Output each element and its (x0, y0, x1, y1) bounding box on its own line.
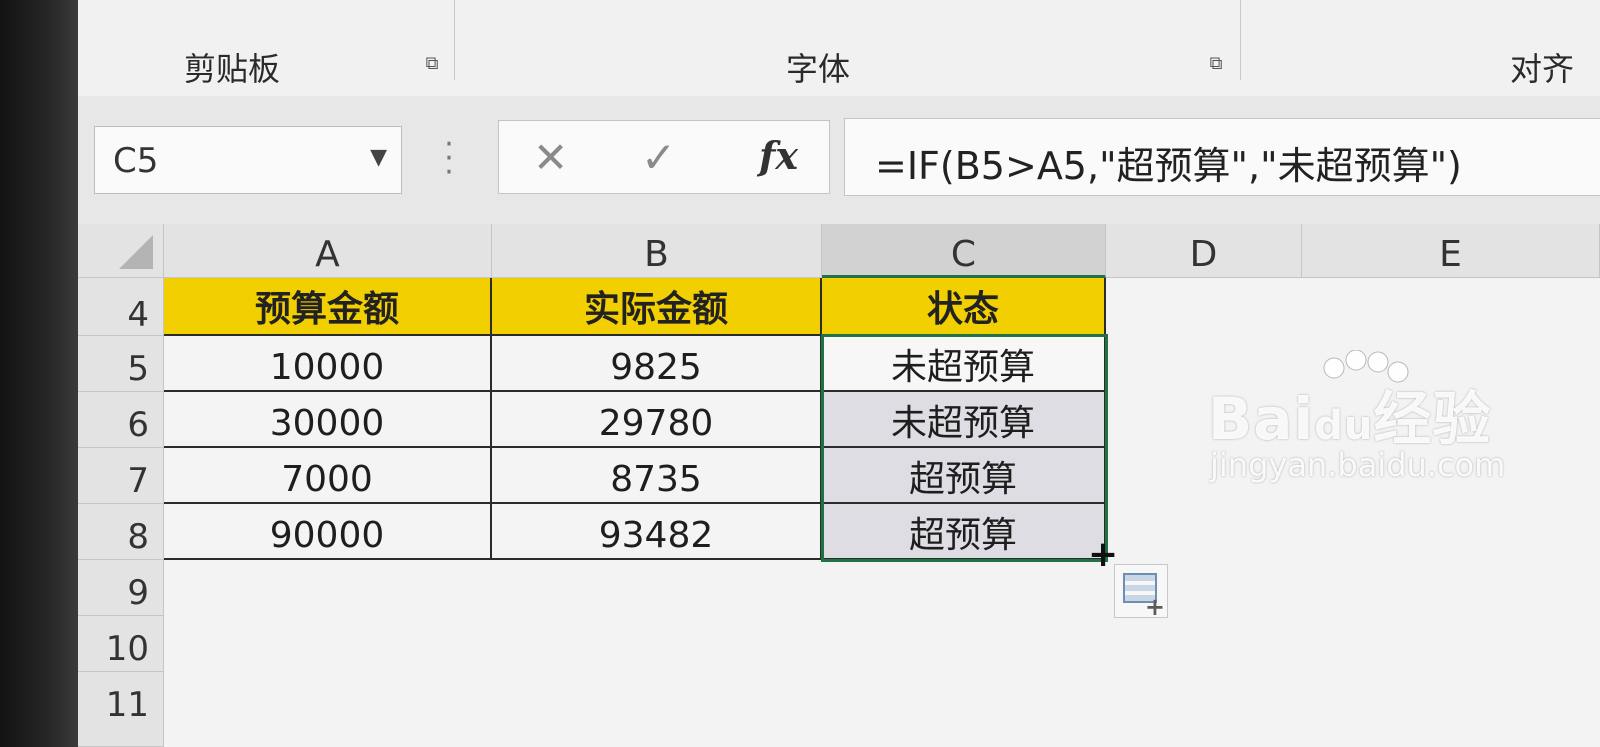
group-label-clipboard: 剪贴板 (184, 50, 281, 88)
plus-icon: + (1144, 593, 1165, 621)
cell-a8[interactable]: 90000 (164, 504, 492, 560)
cancel-icon[interactable]: ✕ (533, 133, 568, 182)
row-header-4[interactable]: 4 (78, 278, 164, 336)
row-header-7[interactable]: 7 (78, 448, 164, 504)
row-header-10[interactable]: 10 (78, 616, 164, 672)
group-label-font: 字体 (786, 50, 851, 88)
row-header-8[interactable]: 8 (78, 504, 164, 560)
monitor-bezel (0, 0, 78, 747)
row-header-5[interactable]: 5 (78, 336, 164, 392)
ribbon-separator (454, 0, 455, 80)
chevron-down-icon[interactable]: ▼ (370, 145, 387, 170)
cell-a6[interactable]: 30000 (164, 392, 492, 448)
cell-b8[interactable]: 93482 (492, 504, 822, 560)
font-launcher-icon[interactable]: ⧉ (1206, 54, 1226, 74)
cell-b6[interactable]: 29780 (492, 392, 822, 448)
column-header-c[interactable]: C (822, 224, 1106, 278)
cell-c7[interactable]: 超预算 (822, 448, 1106, 504)
excel-window: 剪贴板 ⧉ 字体 ⧉ 对齐 C5 ▼ · · · ✕ ✓ fx =IF(B5>A5,… (78, 0, 1600, 747)
cell-c5[interactable]: 未超预算 (822, 336, 1106, 392)
cell-c6[interactable]: 未超预算 (822, 392, 1106, 448)
cell-c8[interactable]: 超预算 (822, 504, 1106, 560)
row-header-6[interactable]: 6 (78, 392, 164, 448)
row-header-11[interactable]: 11 (78, 672, 164, 747)
name-box[interactable]: C5 ▼ (94, 126, 402, 194)
cell-b7[interactable]: 8735 (492, 448, 822, 504)
select-all-button[interactable] (78, 224, 164, 278)
enter-icon[interactable]: ✓ (641, 133, 676, 182)
formula-buttons: ✕ ✓ fx (498, 120, 830, 194)
column-header-a[interactable]: A (164, 224, 492, 278)
group-label-alignment: 对齐 (1510, 50, 1575, 88)
cell-a7[interactable]: 7000 (164, 448, 492, 504)
clipboard-launcher-icon[interactable]: ⧉ (422, 54, 442, 74)
cell-b5[interactable]: 9825 (492, 336, 822, 392)
more-vertical-icon[interactable]: · · · (444, 130, 454, 188)
ribbon-separator (1240, 0, 1241, 80)
column-header-d[interactable]: D (1106, 224, 1302, 278)
column-header-e[interactable]: E (1302, 224, 1600, 278)
worksheet-grid[interactable]: A B C D E 4 5 6 7 8 9 10 11 预算金额 实际金额 状态… (78, 224, 1600, 747)
formula-input[interactable]: =IF(B5>A5,"超预算","未超预算") (844, 118, 1600, 196)
cell-a5[interactable]: 10000 (164, 336, 492, 392)
cell-b4[interactable]: 实际金额 (492, 278, 822, 336)
cell-c4[interactable]: 状态 (822, 278, 1106, 336)
quick-analysis-button[interactable]: + (1114, 564, 1168, 621)
formula-bar: C5 ▼ · · · ✕ ✓ fx =IF(B5>A5,"超预算","未超预算") (78, 96, 1600, 224)
insert-function-icon[interactable]: fx (759, 133, 798, 178)
formula-text: =IF(B5>A5,"超预算","未超预算") (875, 144, 1462, 188)
select-all-icon (119, 235, 153, 269)
ribbon: 剪贴板 ⧉ 字体 ⧉ 对齐 (78, 0, 1600, 97)
cell-a4[interactable]: 预算金额 (164, 278, 492, 336)
column-header-b[interactable]: B (492, 224, 822, 278)
row-header-9[interactable]: 9 (78, 560, 164, 616)
name-box-value: C5 (113, 141, 159, 181)
